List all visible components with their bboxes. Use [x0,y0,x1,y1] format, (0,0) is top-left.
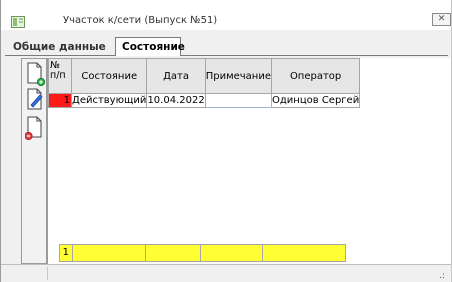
table-footer: 1 [59,244,346,262]
delete-document-icon [24,116,42,141]
window: Участок к/сети (Выпуск №51) ✕ Общие данн… [0,0,452,282]
footer-state-cell [72,244,146,262]
delete-record-button[interactable] [24,115,45,141]
footer-date-cell [145,244,201,262]
column-header-number[interactable]: № п/п [48,58,72,94]
operator-cell[interactable]: Одинцов Сергей [270,93,361,108]
table-row[interactable]: 1 Действующий 10.04.2022 Одинцов Сергей [48,93,361,108]
column-header-state[interactable]: Состояние [70,58,148,94]
add-document-icon [27,62,46,87]
status-table: № п/п Состояние Дата Примечание Оператор… [48,58,361,108]
footer-note-cell [200,244,263,262]
status-bar: .: [1,264,451,282]
resize-grip-icon[interactable]: .: [439,272,445,281]
close-icon: ✕ [437,14,446,24]
column-header-note[interactable]: Примечание [204,58,273,94]
app-icon [11,13,25,28]
status-grid: № п/п Состояние Дата Примечание Оператор… [47,58,451,264]
footer-count-cell: 1 [59,244,73,262]
footer-operator-cell [262,244,346,262]
edit-document-icon [27,88,43,110]
title-bar: Участок к/сети (Выпуск №51) ✕ [1,0,451,30]
edit-record-button[interactable] [25,87,45,113]
column-header-number-label: № п/п [50,60,66,81]
tab-status[interactable]: Состояние [115,37,185,56]
side-toolbar [21,58,47,264]
status-panel [5,267,48,280]
tab-general-data[interactable]: Общие данные [9,40,110,54]
window-title: Участок к/сети (Выпуск №51) [63,15,218,26]
add-record-button[interactable] [25,61,46,87]
column-header-operator[interactable]: Оператор [270,58,361,94]
state-cell[interactable]: Действующий [70,93,148,108]
date-cell[interactable]: 10.04.2022 [146,93,206,108]
close-button[interactable]: ✕ [432,13,451,26]
row-number-cell[interactable]: 1 [48,93,72,108]
column-header-date[interactable]: Дата [146,58,206,94]
note-cell[interactable] [204,93,273,108]
